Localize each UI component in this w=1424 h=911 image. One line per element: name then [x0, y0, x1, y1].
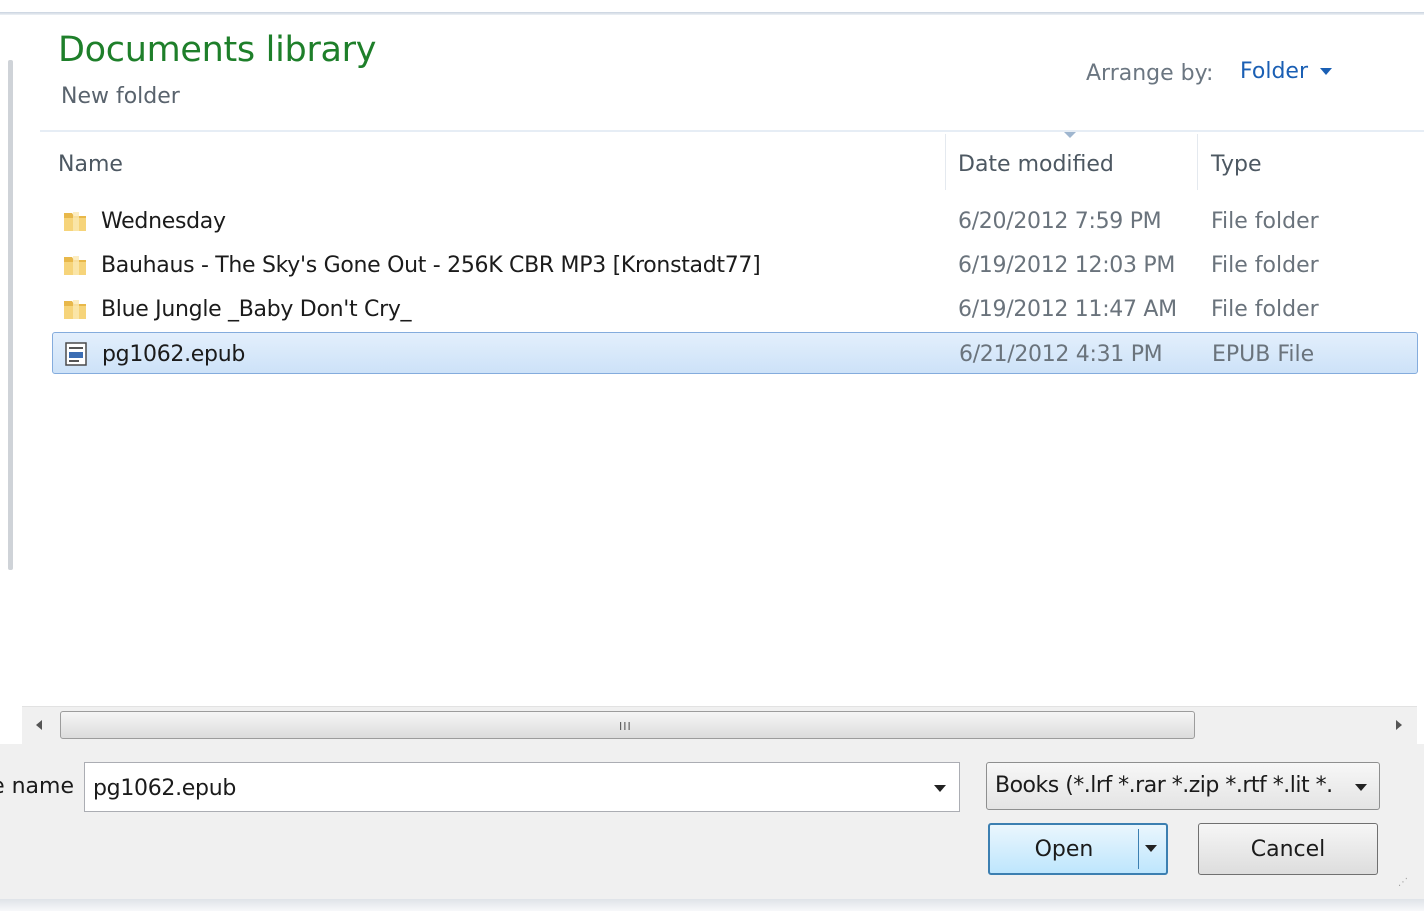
header-divider	[40, 130, 1424, 132]
file-name-input[interactable]	[91, 771, 925, 805]
arrange-by-label: Arrange by:	[1086, 61, 1214, 86]
epub-file-icon	[65, 342, 87, 366]
window-top-border	[0, 12, 1424, 15]
arrange-by-value[interactable]: Folder	[1240, 59, 1308, 84]
file-name: Wednesday	[101, 208, 226, 234]
library-subtitle: New folder	[61, 84, 180, 109]
scrollbar-grip: III	[619, 720, 632, 733]
file-name: pg1062.epub	[102, 341, 246, 367]
cancel-button[interactable]: Cancel	[1198, 823, 1378, 875]
file-list-item-selected[interactable]: pg1062.epub 6/21/2012 4:31 PM EPUB File	[52, 332, 1418, 374]
file-date-modified: 6/19/2012 12:03 PM	[958, 252, 1176, 278]
file-name: Blue Jungle _Baby Don't Cry_	[101, 296, 412, 322]
scroll-right-icon[interactable]	[1396, 720, 1402, 730]
file-type: File folder	[1211, 208, 1319, 234]
column-divider[interactable]	[945, 134, 946, 190]
sort-indicator-icon	[1064, 132, 1076, 138]
cancel-button-label: Cancel	[1250, 836, 1326, 862]
file-name-combobox[interactable]	[84, 762, 960, 812]
file-type: EPUB File	[1212, 341, 1315, 367]
file-type: File folder	[1211, 252, 1319, 278]
column-header-name[interactable]: Name	[58, 142, 123, 186]
folder-icon	[64, 256, 86, 275]
file-name-label: File name:	[0, 774, 74, 799]
window-bottom-border	[0, 899, 1424, 911]
split-button-divider	[1138, 829, 1139, 869]
open-file-dialog: Documents library New folder Arrange by:…	[0, 0, 1424, 911]
file-list-item[interactable]: Blue Jungle _Baby Don't Cry_ 6/19/2012 1…	[52, 288, 1418, 330]
chevron-down-icon[interactable]	[1355, 784, 1367, 791]
horizontal-scrollbar[interactable]: III	[22, 706, 1417, 745]
file-date-modified: 6/19/2012 11:47 AM	[958, 296, 1177, 322]
open-button-label: Open	[1034, 837, 1094, 862]
open-button[interactable]: Open	[988, 823, 1168, 875]
file-date-modified: 6/21/2012 4:31 PM	[959, 341, 1163, 367]
file-type-filter-select[interactable]: Books (*.lrf *.rar *.zip *.rtf *.lit *.	[986, 762, 1380, 810]
file-name: Bauhaus - The Sky's Gone Out - 256K CBR …	[101, 252, 761, 278]
file-type: File folder	[1211, 296, 1319, 322]
file-type-filter-value: Books (*.lrf *.rar *.zip *.rtf *.lit *.	[995, 773, 1333, 798]
folder-icon	[64, 212, 86, 231]
library-title: Documents library	[58, 30, 377, 70]
column-divider[interactable]	[1197, 134, 1198, 190]
chevron-down-icon[interactable]	[1145, 845, 1157, 852]
column-header-type[interactable]: Type	[1211, 142, 1262, 186]
resize-grip-icon[interactable]: ⋰	[1398, 878, 1408, 888]
file-list-item[interactable]: Wednesday 6/20/2012 7:59 PM File folder	[52, 200, 1418, 242]
scrollbar-thumb[interactable]: III	[60, 711, 1195, 739]
folder-icon	[64, 300, 86, 319]
column-header-date-modified[interactable]: Date modified	[958, 142, 1114, 186]
file-date-modified: 6/20/2012 7:59 PM	[958, 208, 1162, 234]
navigation-pane-edge[interactable]	[8, 60, 13, 570]
scroll-left-icon[interactable]	[36, 720, 42, 730]
chevron-down-icon[interactable]	[934, 785, 946, 792]
file-list-item[interactable]: Bauhaus - The Sky's Gone Out - 256K CBR …	[52, 244, 1418, 286]
arrange-by-dropdown[interactable]: Folder	[1240, 59, 1332, 84]
chevron-down-icon[interactable]	[1320, 68, 1332, 75]
